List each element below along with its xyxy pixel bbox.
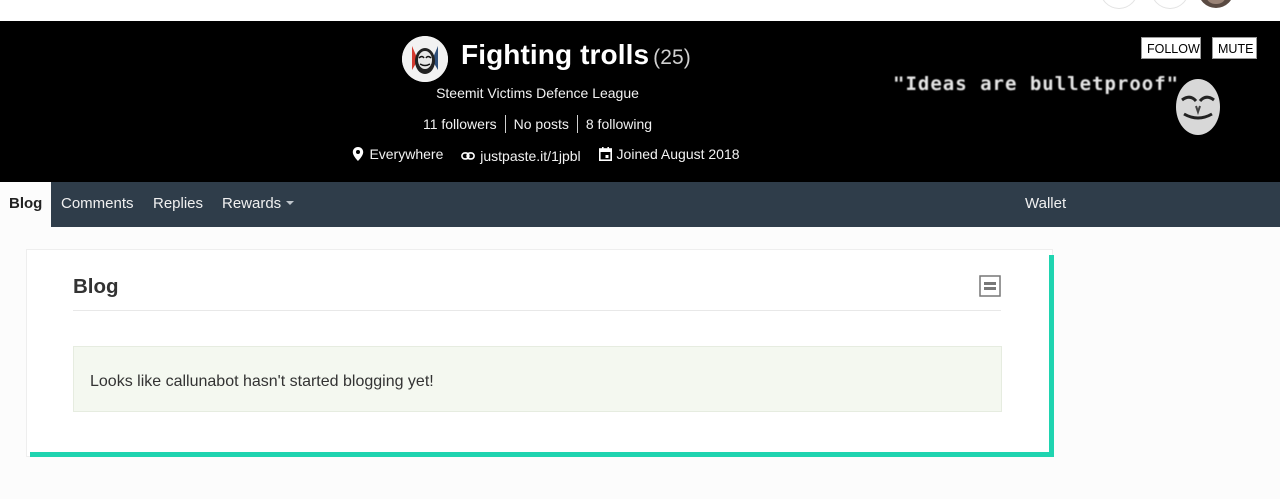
mute-button[interactable]: MUTE — [1212, 37, 1257, 59]
follow-button[interactable]: FOLLOW — [1141, 37, 1201, 59]
tab-replies[interactable]: Replies — [153, 182, 203, 227]
joined-text: Joined August 2018 — [616, 146, 740, 162]
profile-title: Fighting trolls (25) — [461, 39, 691, 71]
website[interactable]: justpaste.it/1jpbl — [461, 148, 581, 164]
tab-comments[interactable]: Comments — [61, 182, 134, 227]
link-icon — [461, 152, 476, 160]
card-accent-right — [1049, 255, 1054, 457]
location: Everywhere — [352, 146, 443, 162]
reputation-score: (25) — [653, 46, 691, 69]
profile-meta: Everywhere justpaste.it/1jpbl Joined Aug… — [0, 146, 1092, 164]
cover-mask-image — [1176, 79, 1220, 135]
location-text: Everywhere — [369, 146, 444, 162]
profile-stats: 11 followers No posts 8 following — [0, 115, 1075, 133]
profile-avatar — [402, 36, 448, 82]
dropdown-caret-icon — [286, 201, 295, 205]
following-link[interactable]: 8 following — [578, 116, 660, 132]
cover-image-text: "Ideas are bulletproof" — [893, 73, 1180, 95]
empty-state-message: Looks like callunabot hasn't started blo… — [90, 373, 434, 390]
calendar-icon — [598, 147, 612, 161]
profile-header: Fighting trolls (25) Steemit Victims Defe… — [0, 21, 1280, 182]
profile-name: Fighting trolls — [461, 39, 650, 70]
website-link[interactable]: justpaste.it/1jpbl — [480, 148, 580, 164]
tab-rewards-label: Rewards — [222, 195, 282, 212]
pencil-icon[interactable] — [1151, 0, 1189, 9]
profile-nav: Blog Comments Replies Rewards Wallet — [0, 182, 1280, 227]
heading-divider — [73, 310, 1001, 311]
blog-heading: Blog — [73, 275, 119, 298]
joined-date: Joined August 2018 — [598, 146, 740, 162]
user-avatar[interactable] — [1198, 0, 1234, 8]
top-bar — [0, 0, 1280, 21]
search-icon[interactable] — [1100, 0, 1138, 9]
card-accent-bottom — [30, 452, 1054, 457]
followers-link[interactable]: 11 followers — [415, 116, 505, 132]
location-pin-icon — [353, 147, 364, 161]
posts-count: No posts — [513, 116, 569, 132]
layout-toggle-icon[interactable] — [979, 275, 1001, 297]
tab-blog[interactable]: Blog — [0, 182, 52, 227]
tab-rewards[interactable]: Rewards — [222, 182, 295, 227]
tab-wallet[interactable]: Wallet — [1025, 182, 1066, 227]
